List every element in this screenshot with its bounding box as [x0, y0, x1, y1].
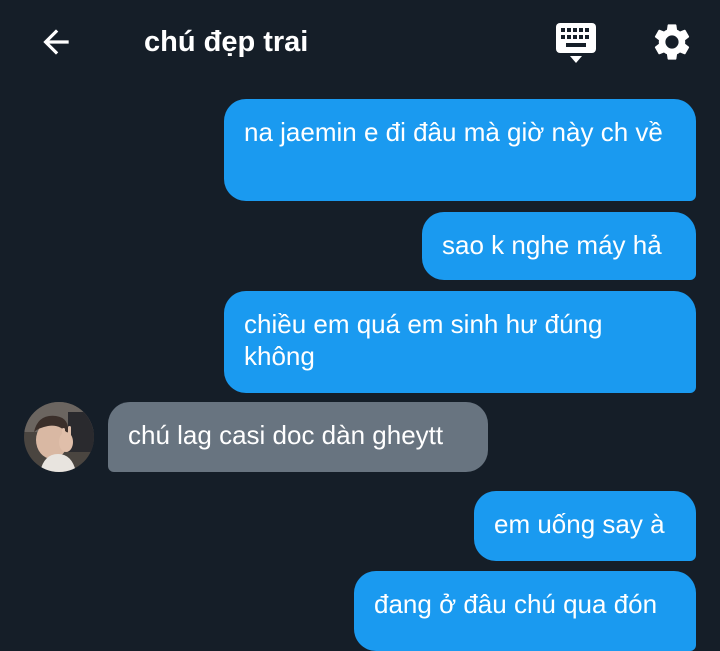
message-sent-bubble[interactable]: sao k nghe máy hả [422, 212, 696, 280]
back-button[interactable] [36, 22, 76, 62]
contact-avatar-image [24, 402, 94, 472]
settings-button[interactable] [648, 18, 696, 66]
keyboard-button[interactable] [553, 20, 599, 66]
message-sent-bubble[interactable]: đang ở đâu chú qua đón [354, 571, 696, 651]
message-sent-bubble[interactable]: chiều em quá em sinh hư đúng không [224, 291, 696, 393]
chat-header: chú đẹp trai [0, 0, 720, 86]
arrow-left-icon [43, 29, 69, 55]
message-received-bubble[interactable]: chú lag casi doc dàn gheytt [108, 402, 488, 472]
gear-icon [654, 24, 690, 60]
message-sent-bubble[interactable]: na jaemin e đi đâu mà giờ này ch về [224, 99, 696, 201]
contact-avatar[interactable] [24, 402, 94, 472]
keyboard-icon [556, 23, 596, 63]
contact-name: chú đẹp trai [144, 26, 309, 58]
message-sent-bubble[interactable]: em uống say à [474, 491, 696, 561]
